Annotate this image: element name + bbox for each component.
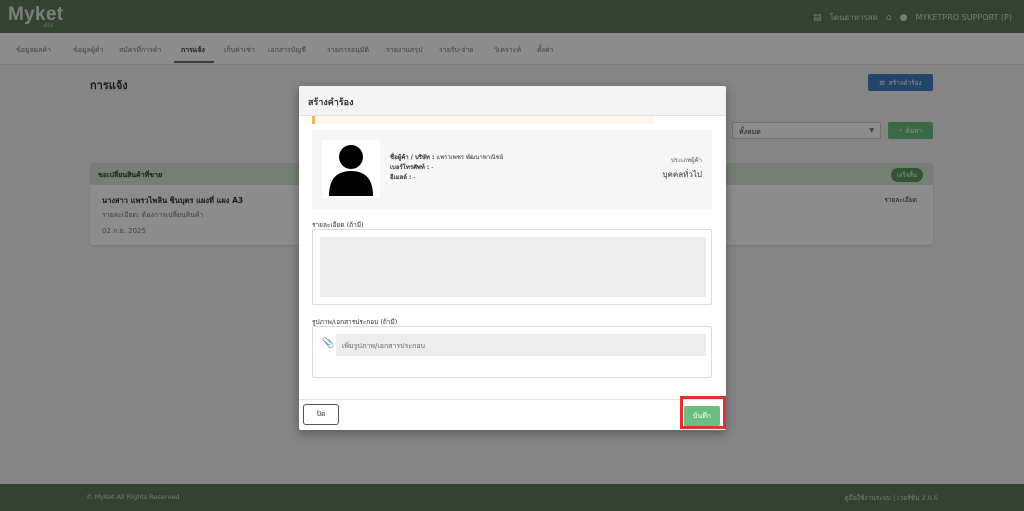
user-avatar-icon (329, 145, 373, 196)
customer-type: ประเภทผู้ค้า บุคคลทั่วไป (662, 155, 702, 181)
attachment-row: 📎 เพิ่มรูปภาพ/เอกสารประกอบ (320, 334, 706, 356)
attachments-field-frame: 📎 เพิ่มรูปภาพ/เอกสารประกอบ (312, 326, 712, 378)
details-textarea[interactable] (320, 237, 706, 297)
customer-details: ชื่อผู้ค้า / บริษัท : แพรวเพชร พัฒนาพาณิ… (390, 153, 503, 183)
avatar (322, 140, 380, 198)
modal-title: สร้างคำร้อง (299, 86, 726, 116)
paperclip-icon: 📎 (322, 338, 335, 349)
customer-name-value: แพรวเพชร พัฒนาพาณิชย์ (436, 154, 504, 161)
customer-info-panel: ชื่อผู้ค้า / บริษัท : แพรวเพชร พัฒนาพาณิ… (312, 130, 712, 210)
save-button-highlight (680, 396, 726, 429)
customer-email-value: - (413, 174, 416, 181)
customer-phone-label: เบอร์โทรศัพท์ : (390, 164, 430, 171)
details-field-frame (312, 229, 712, 305)
create-request-modal: สร้างคำร้อง ชื่อผู้ค้า / บริษัท : แพรวเพ… (299, 86, 726, 430)
warning-strip (312, 116, 654, 124)
close-button[interactable]: ปิด (303, 404, 339, 425)
customer-type-value: บุคคลทั่วไป (662, 170, 702, 179)
add-attachment-input[interactable]: เพิ่มรูปภาพ/เอกสารประกอบ (336, 334, 706, 356)
customer-name-label: ชื่อผู้ค้า / บริษัท : (390, 154, 435, 161)
customer-phone-value: - (431, 164, 434, 171)
customer-email-label: อีเมลล์ : (390, 174, 412, 181)
customer-type-label: ประเภทผู้ค้า (670, 157, 702, 164)
modal-footer: ปิด บันทึก (299, 399, 726, 430)
